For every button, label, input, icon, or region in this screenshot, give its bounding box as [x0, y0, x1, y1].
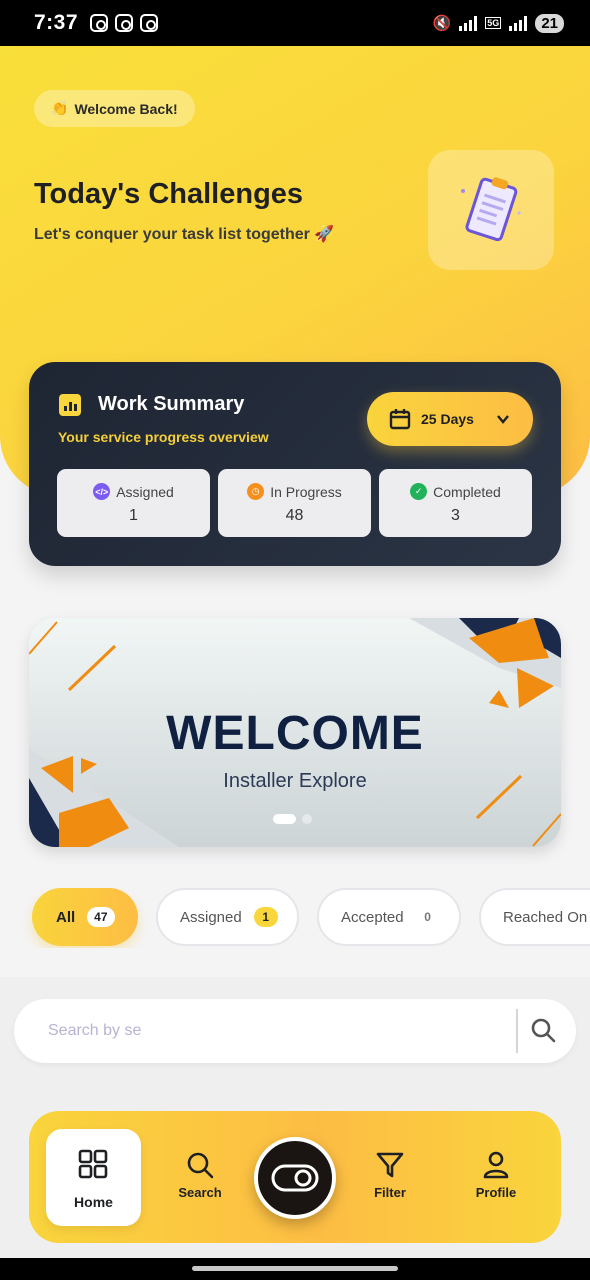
nav-label: Filter [374, 1185, 406, 1200]
nav-profile[interactable]: Profile [456, 1151, 536, 1200]
page-title: Today's Challenges [34, 178, 304, 210]
filter-chips: All 47 Assigned 1 Accepted 0 Reached On … [0, 888, 590, 948]
chip-label: Accepted [341, 908, 404, 926]
nav-label: Profile [475, 1185, 517, 1200]
days-dropdown[interactable]: 25 Days [367, 392, 533, 446]
filter-chip-all[interactable]: All 47 [32, 888, 138, 946]
chip-count: 1 [253, 907, 278, 927]
banner-subtitle: Installer Explore [223, 770, 367, 792]
carousel-indicator [273, 814, 312, 824]
instagram-icon [140, 14, 159, 32]
screenshot-icon [90, 14, 109, 32]
search-input[interactable] [48, 1016, 488, 1046]
chip-label: Reached On S [503, 908, 590, 926]
work-summary-card: Work Summary Your service progress overv… [29, 362, 561, 566]
search-bar [14, 999, 576, 1063]
stat-label: Assigned [116, 483, 174, 500]
filter-icon [376, 1152, 404, 1178]
nav-home[interactable]: Home [46, 1129, 141, 1226]
filter-chip-reached[interactable]: Reached On S [479, 888, 590, 946]
chart-icon [59, 394, 81, 416]
grid-icon [78, 1149, 108, 1179]
code-icon: </> [93, 483, 111, 500]
nav-label: Search [178, 1185, 222, 1200]
chevron-down-icon [497, 415, 509, 424]
nav-label: Home [74, 1194, 113, 1210]
days-label: 25 Days [421, 411, 474, 427]
stat-label: In Progress [270, 483, 342, 500]
signal-icon [459, 15, 478, 31]
work-summary-subtitle: Your service progress overview [58, 429, 269, 445]
search-icon [187, 1152, 214, 1179]
signal-icon [509, 15, 528, 31]
system-icons: 🔇 5G 21 [432, 13, 564, 33]
filter-chip-assigned[interactable]: Assigned 1 [156, 888, 299, 946]
status-bar: 7:37 🔇 5G 21 [0, 0, 590, 46]
chip-label: Assigned [180, 908, 242, 926]
clap-icon: 👏 [51, 100, 69, 116]
stat-label: Completed [433, 483, 501, 500]
page-subtitle: Let's conquer your task list together 🚀 [34, 226, 335, 243]
instagram-icon [115, 14, 134, 32]
nav-center-button[interactable] [254, 1137, 336, 1219]
clock-icon: ◷ [247, 483, 265, 500]
toggle-icon [271, 1164, 319, 1192]
chip-count: 0 [424, 910, 431, 924]
home-indicator[interactable] [192, 1266, 398, 1271]
filter-chip-accepted[interactable]: Accepted 0 [317, 888, 461, 946]
stat-in-progress[interactable]: ◷ In Progress 48 [218, 469, 371, 537]
work-summary-title: Work Summary [98, 393, 245, 415]
battery-level: 21 [535, 13, 564, 33]
nav-search[interactable]: Search [160, 1151, 240, 1200]
search-icon[interactable] [530, 1017, 556, 1043]
user-icon [483, 1151, 509, 1179]
clipboard-icon [428, 150, 554, 270]
stat-completed[interactable]: ✓ Completed 3 [379, 469, 532, 537]
welcome-banner[interactable]: WELCOME Installer Explore [29, 618, 561, 847]
banner-title: WELCOME [166, 707, 424, 760]
stat-value: 3 [451, 507, 460, 524]
check-icon: ✓ [410, 483, 428, 500]
welcome-text: Welcome Back! [74, 100, 178, 117]
bottom-nav: Home Search Filter Profile [29, 1111, 561, 1243]
calendar-icon [389, 409, 411, 430]
carousel-dot-active[interactable] [273, 814, 296, 824]
search-divider [516, 1009, 518, 1053]
network-type: 5G [485, 17, 502, 29]
mute-icon: 🔇 [432, 15, 452, 32]
stat-value: 48 [285, 507, 304, 524]
stat-value: 1 [129, 507, 138, 524]
stat-assigned[interactable]: </> Assigned 1 [57, 469, 210, 537]
status-time: 7:37 [34, 11, 79, 34]
welcome-pill: 👏 Welcome Back! [34, 90, 195, 127]
notification-icons [90, 14, 159, 32]
chip-count: 47 [87, 907, 115, 927]
chip-label: All [56, 908, 76, 926]
carousel-dot[interactable] [302, 814, 312, 824]
nav-filter[interactable]: Filter [350, 1151, 430, 1200]
